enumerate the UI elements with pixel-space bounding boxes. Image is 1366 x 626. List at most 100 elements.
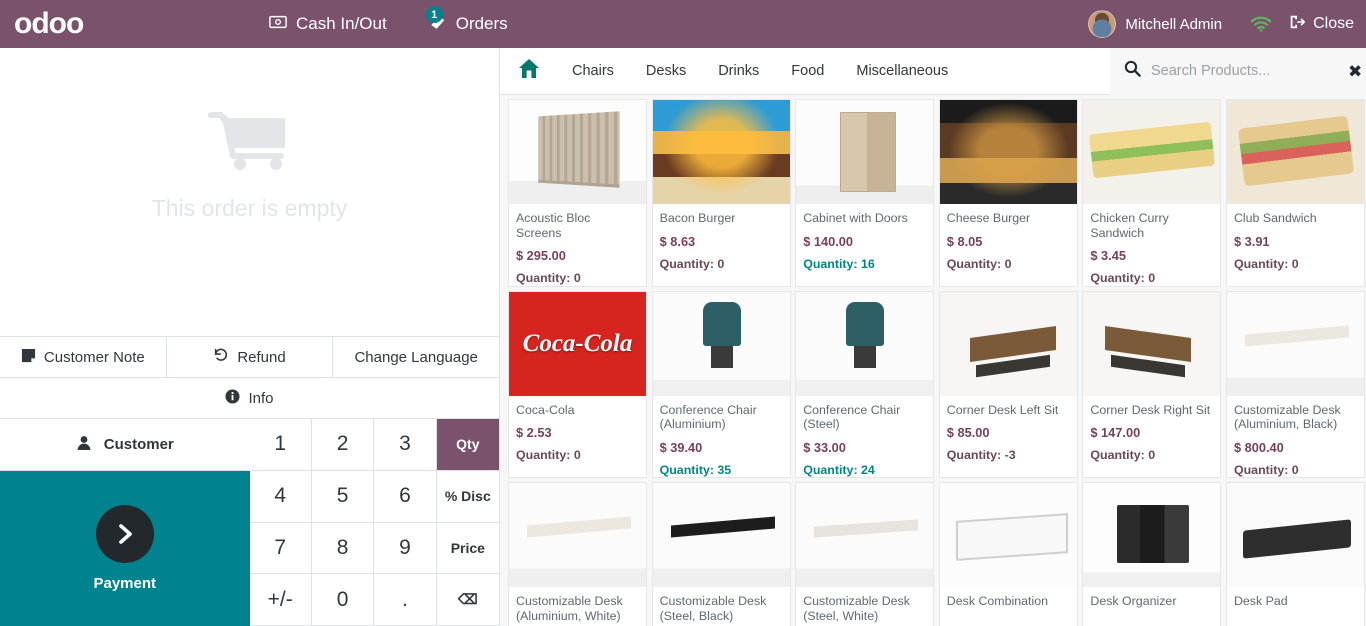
product-name: Desk Pad xyxy=(1233,594,1288,608)
numpad-key-6[interactable]: 6 xyxy=(374,470,437,523)
wifi-icon xyxy=(1234,16,1288,32)
product-quantity: Quantity: -3 xyxy=(946,448,1016,462)
logout-icon xyxy=(1288,13,1306,36)
product-grid: Acoustic Bloc Screens $ 295.00 Quantity: 0… xyxy=(500,95,1366,626)
product-name: Chicken Curry Sandwich xyxy=(1090,211,1169,240)
products-panel: ChairsDesksDrinksFoodMiscellaneous ✖ Aco… xyxy=(500,47,1366,626)
odoo-logo[interactable]: odoo xyxy=(0,9,155,39)
product-card[interactable]: Customizable Desk (Aluminium, White) xyxy=(508,482,647,626)
order-actions-row-2: Info xyxy=(0,377,499,418)
product-card[interactable]: Coca-Cola $ 2.53 Quantity: 0 xyxy=(508,290,647,478)
info-icon xyxy=(225,388,241,408)
numpad-key-4[interactable]: 4 xyxy=(249,470,312,523)
product-meta: Cheese Burger $ 8.05 Quantity: 0 xyxy=(940,204,1077,286)
numpad-key-5[interactable]: 5 xyxy=(311,470,375,523)
product-card[interactable]: Desk Combination xyxy=(938,482,1078,626)
numpad-key-[interactable]: +/- xyxy=(249,574,312,626)
product-name: Cheese Burger xyxy=(946,211,1031,225)
product-card[interactable]: Bacon Burger $ 8.63 Quantity: 0 xyxy=(651,99,791,287)
product-price: $ 8.05 xyxy=(946,233,983,249)
order-lines-empty: This order is empty xyxy=(0,48,499,336)
numpad-key-9[interactable]: 9 xyxy=(374,522,437,575)
category-desks[interactable]: Desks xyxy=(630,48,702,95)
product-name: Cabinet with Doors xyxy=(803,211,908,225)
username-label[interactable]: Mitchell Admin xyxy=(1116,16,1234,33)
product-card[interactable]: Cabinet with Doors $ 140.00 Quantity: 16 xyxy=(795,99,935,287)
info-button[interactable]: Info xyxy=(0,378,499,418)
product-card[interactable]: Cheese Burger $ 8.05 Quantity: 0 xyxy=(938,99,1078,287)
search-input[interactable] xyxy=(1151,63,1338,79)
product-card[interactable]: Chicken Curry Sandwich $ 3.45 Quantity: 0 xyxy=(1082,99,1222,287)
home-icon xyxy=(518,58,540,84)
numpad-key-7[interactable]: 7 xyxy=(249,522,312,575)
category-list: Chairs Desks Drinks Food Miscellaneous xyxy=(556,48,964,95)
product-quantity: Quantity: 0 xyxy=(1090,271,1156,285)
product-price: $ 85.00 xyxy=(946,425,990,440)
numpad-key-1[interactable]: 1 xyxy=(249,419,312,471)
orders-button[interactable]: 1 Orders xyxy=(415,0,522,48)
product-name: Customizable Desk (Aluminium, Black) xyxy=(1233,402,1341,432)
product-card[interactable]: Customizable Desk (Steel, White) xyxy=(795,482,935,626)
numpad-key-[interactable]: ⌫ xyxy=(436,574,499,626)
order-panel: This order is empty Customer Note Refund… xyxy=(0,48,500,626)
product-card[interactable]: Corner Desk Left Sit $ 85.00 Quantity: -3 xyxy=(938,290,1078,478)
product-card[interactable]: Conference Chair (Aluminium) $ 39.40 Quant… xyxy=(651,290,791,478)
product-quantity: Quantity: 0 xyxy=(659,256,725,271)
numpad-key-2[interactable]: 2 xyxy=(311,419,375,471)
pad-zone: Customer Payment 1 2 3 Qty 4 5 6% Disc 7 8 9 Price… xyxy=(0,418,499,626)
avatar[interactable] xyxy=(1088,10,1117,38)
product-card[interactable]: Acoustic Bloc Screens $ 295.00 Quantity: 0 xyxy=(508,99,647,287)
product-card[interactable]: Corner Desk Right Sit $ 147.00 Quantity: 0 xyxy=(1082,290,1222,478)
close-button[interactable]: Close xyxy=(1288,13,1354,36)
product-name: Club Sandwich xyxy=(1233,211,1317,225)
cash-in-out-button[interactable]: Cash In/Out xyxy=(255,0,401,48)
product-card[interactable]: Desk Organizer xyxy=(1082,482,1222,626)
product-card[interactable]: Desk Pad xyxy=(1225,482,1365,626)
product-quantity: Quantity: 0 xyxy=(516,448,581,462)
numpad-key-0[interactable]: 0 xyxy=(311,574,375,626)
numpad-key-8[interactable]: 8 xyxy=(311,522,375,575)
category-drinks[interactable]: Drinks xyxy=(702,48,775,95)
clear-search-icon[interactable]: ✖ xyxy=(1348,63,1362,80)
customer-note-button[interactable]: Customer Note xyxy=(0,337,167,377)
product-card[interactable]: Customizable Desk (Aluminium, Black) $ 80… xyxy=(1225,290,1365,478)
numpad-key-[interactable]: . xyxy=(374,574,437,626)
product-card[interactable]: Club Sandwich $ 3.91 Quantity: 0 xyxy=(1225,99,1365,287)
change-language-button[interactable]: Change Language xyxy=(333,337,500,377)
product-card[interactable]: Conference Chair (Steel) $ 33.00 Quantity:… xyxy=(795,290,935,478)
product-card[interactable]: Customizable Desk (Steel, Black) xyxy=(651,482,791,626)
product-quantity: Quantity: 0 xyxy=(1233,256,1299,271)
product-meta: Desk Combination xyxy=(940,587,1077,626)
product-image xyxy=(796,291,934,396)
category-chairs[interactable]: Chairs xyxy=(556,48,630,95)
search-box[interactable]: ✖ xyxy=(1110,47,1366,95)
product-image xyxy=(1083,291,1221,396)
payment-button[interactable]: Payment xyxy=(0,471,250,626)
info-label: Info xyxy=(248,389,274,407)
product-meta: Bacon Burger $ 8.63 Quantity: 0 xyxy=(653,204,790,286)
product-meta: Coca-Cola $ 2.53 Quantity: 0 xyxy=(509,396,646,478)
customer-button[interactable]: Customer xyxy=(0,419,250,471)
orders-label: Orders xyxy=(455,14,508,33)
numpad-key-3[interactable]: 3 xyxy=(374,419,437,471)
product-meta: Customizable Desk (Aluminium, White) xyxy=(509,587,646,626)
numpad-key-price[interactable]: Price xyxy=(436,522,499,575)
product-image xyxy=(1226,291,1364,396)
person-icon xyxy=(76,435,92,455)
customer-note-label: Customer Note xyxy=(43,348,145,366)
category-miscellaneous[interactable]: Miscellaneous xyxy=(840,48,964,95)
refund-button[interactable]: Refund xyxy=(166,337,334,377)
product-price: $ 3.91 xyxy=(1233,233,1270,249)
product-image xyxy=(1226,100,1364,204)
product-name: Corner Desk Left Sit xyxy=(946,402,1059,417)
product-meta: Corner Desk Left Sit $ 85.00 Quantity: -3 xyxy=(940,396,1077,478)
product-name: Customizable Desk (Steel, Black) xyxy=(659,594,767,623)
numpad-key-disc[interactable]: % Disc xyxy=(436,470,499,523)
product-quantity: Quantity: 0 xyxy=(1090,448,1156,462)
category-food[interactable]: Food xyxy=(775,48,840,95)
home-category-button[interactable] xyxy=(500,58,556,84)
cash-icon xyxy=(269,13,287,36)
numpad-key-qty[interactable]: Qty xyxy=(436,419,499,471)
category-bar: ChairsDesksDrinksFoodMiscellaneous ✖ xyxy=(500,47,1366,95)
note-icon xyxy=(21,348,36,367)
